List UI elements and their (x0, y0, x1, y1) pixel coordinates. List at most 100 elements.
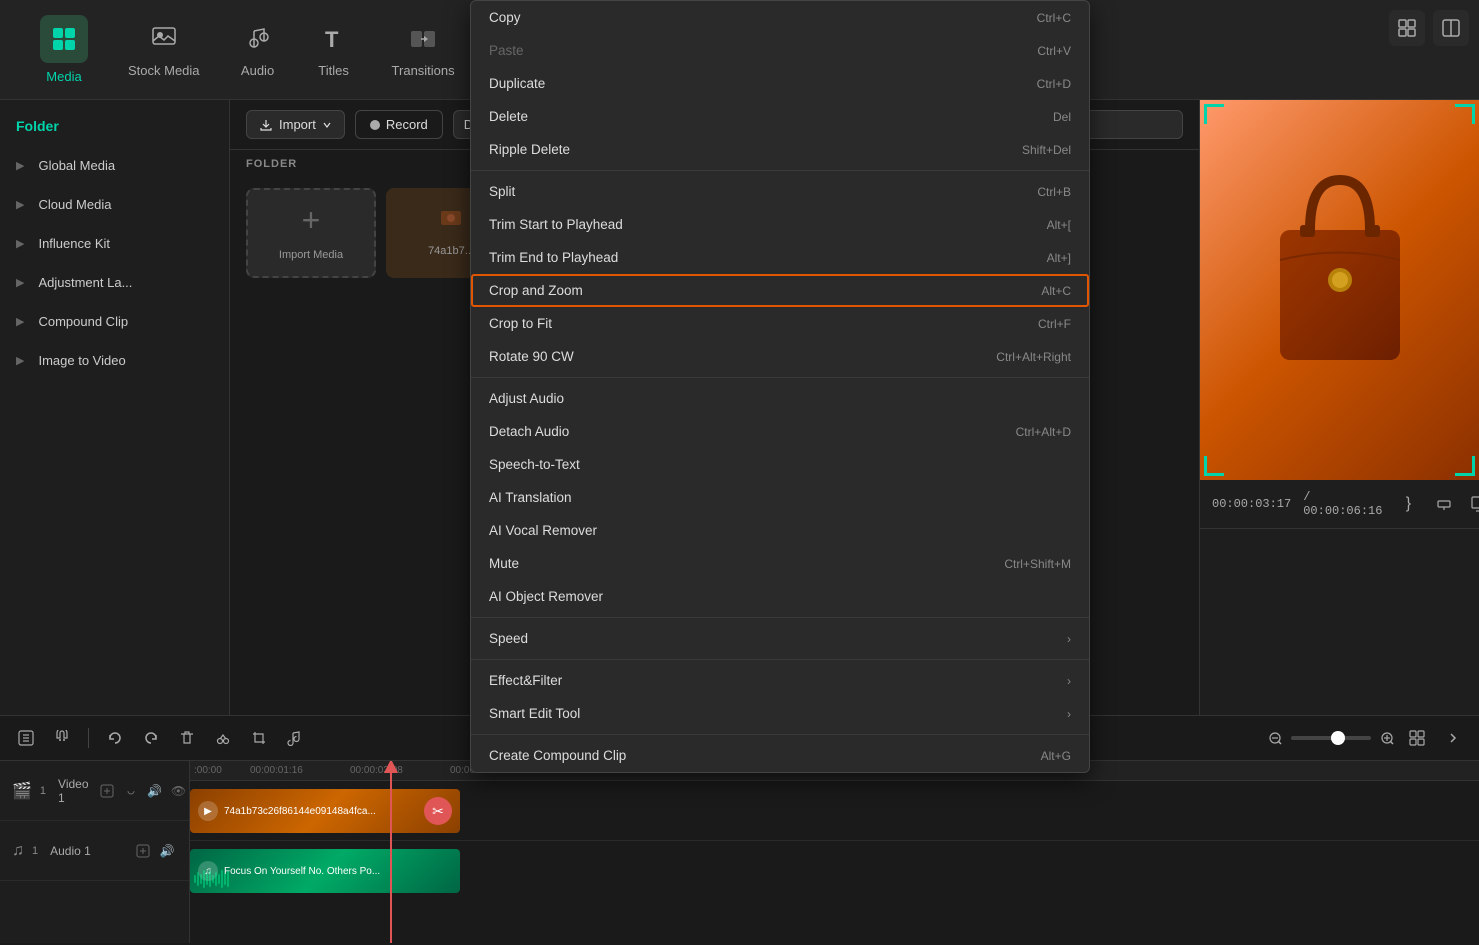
menu-delete-label: Delete (489, 109, 528, 124)
play-icon: ▶ (198, 801, 218, 821)
import-button[interactable]: Import (246, 110, 345, 139)
sidebar-item-influence-kit[interactable]: ▶ Influence Kit (0, 224, 229, 263)
timeline-tracks: :00:00 00:00:01:16 00:00:03:08 00:00:0 ▶… (190, 761, 1479, 943)
menu-speed-arrow: › (1067, 632, 1071, 646)
menu-create-compound-shortcut: Alt+G (1041, 749, 1071, 763)
menu-ai-object-label: AI Object Remover (489, 589, 603, 604)
menu-smart-edit-arrow: › (1067, 707, 1071, 721)
audio-clip[interactable]: ♫ Focus On Yourself No. Others Po... (190, 849, 460, 893)
nav-titles[interactable]: T Titles (296, 11, 372, 88)
waveform (190, 869, 460, 889)
menu-adjust-audio[interactable]: Adjust Audio (471, 382, 1089, 415)
arrow-icon: ▶ (16, 354, 24, 367)
zoom-handle[interactable] (1331, 731, 1345, 745)
menu-mute-label: Mute (489, 556, 519, 571)
zoom-slider[interactable] (1291, 736, 1371, 740)
redo-button[interactable] (137, 724, 165, 752)
menu-create-compound-label: Create Compound Clip (489, 748, 626, 763)
scissors-action-button[interactable]: ✂ (424, 797, 452, 825)
menu-trim-start[interactable]: Trim Start to Playhead Alt+[ (471, 208, 1089, 241)
bracket-icon[interactable]: } (1394, 490, 1422, 518)
nav-transitions[interactable]: Transitions (372, 11, 475, 88)
transitions-icon (405, 21, 441, 57)
menu-effect-filter[interactable]: Effect&Filter › (471, 664, 1089, 697)
menu-ai-vocal[interactable]: AI Vocal Remover (471, 514, 1089, 547)
track-eye-icon[interactable]: 👁 (169, 781, 189, 801)
menu-duplicate[interactable]: Duplicate Ctrl+D (471, 67, 1089, 100)
audio-track-add-icon[interactable] (133, 841, 153, 861)
sidebar-item-image-to-video[interactable]: ▶ Image to Video (0, 341, 229, 380)
menu-ripple-delete-shortcut: Shift+Del (1022, 143, 1071, 157)
menu-mute[interactable]: Mute Ctrl+Shift+M (471, 547, 1089, 580)
add-track-button[interactable] (12, 724, 40, 752)
track-icons: 🔊 👁 (97, 781, 189, 801)
sidebar-item-global-media[interactable]: ▶ Global Media (0, 146, 229, 185)
crop-button[interactable] (245, 724, 273, 752)
sidebar-item-label: Adjustment La... (38, 275, 132, 290)
timeline-grid-icon[interactable] (1403, 724, 1431, 752)
audio-clip-button[interactable] (281, 724, 309, 752)
nav-audio[interactable]: Audio (220, 11, 296, 88)
grid-view-icon[interactable] (1389, 10, 1425, 46)
menu-rotate-label: Rotate 90 CW (489, 349, 574, 364)
magnet-button[interactable] (48, 724, 76, 752)
sidebar-item-adjustment-layer[interactable]: ▶ Adjustment La... (0, 263, 229, 302)
menu-delete[interactable]: Delete Del (471, 100, 1089, 133)
audio-track: ♫ Focus On Yourself No. Others Po... (190, 841, 1479, 901)
menu-speed[interactable]: Speed › (471, 622, 1089, 655)
undo-button[interactable] (101, 724, 129, 752)
menu-crop-fit[interactable]: Crop to Fit Ctrl+F (471, 307, 1089, 340)
menu-divider-4 (471, 659, 1089, 660)
menu-crop-fit-label: Crop to Fit (489, 316, 552, 331)
menu-paste[interactable]: Paste Ctrl+V (471, 34, 1089, 67)
nav-stock-media[interactable]: Stock Media (108, 11, 220, 88)
add-media-card[interactable]: + Import Media (246, 188, 376, 278)
align-icon[interactable] (1430, 490, 1458, 518)
arrow-icon: ▶ (16, 198, 24, 211)
menu-ripple-delete[interactable]: Ripple Delete Shift+Del (471, 133, 1089, 166)
menu-split-shortcut: Ctrl+B (1037, 185, 1071, 199)
track-volume-icon[interactable]: 🔊 (145, 781, 165, 801)
sidebar-item-compound-clip[interactable]: ▶ Compound Clip (0, 302, 229, 341)
sidebar-item-label: Global Media (38, 158, 115, 173)
menu-copy[interactable]: Copy Ctrl+C (471, 1, 1089, 34)
menu-trim-end[interactable]: Trim End to Playhead Alt+] (471, 241, 1089, 274)
scissors-button[interactable] (209, 724, 237, 752)
menu-split[interactable]: Split Ctrl+B (471, 175, 1089, 208)
sidebar-item-cloud-media[interactable]: ▶ Cloud Media (0, 185, 229, 224)
audio-track-volume-icon[interactable]: 🔊 (157, 841, 177, 861)
svg-text:T: T (325, 27, 339, 52)
menu-ai-object[interactable]: AI Object Remover (471, 580, 1089, 613)
sidebar-item-label: Compound Clip (38, 314, 128, 329)
add-plus-icon: + (302, 202, 321, 239)
profile-icon[interactable] (1433, 10, 1469, 46)
timeline-arrow-icon[interactable] (1439, 724, 1467, 752)
menu-trim-end-label: Trim End to Playhead (489, 250, 618, 265)
media-icon (46, 21, 82, 57)
menu-detach-audio[interactable]: Detach Audio Ctrl+Alt+D (471, 415, 1089, 448)
import-label: Import (279, 117, 316, 132)
arrow-icon: ▶ (16, 159, 24, 172)
menu-crop-zoom[interactable]: Crop and Zoom Alt+C (471, 274, 1089, 307)
track-link-icon[interactable] (121, 781, 141, 801)
audio-track-icons: 🔊 (133, 841, 177, 861)
menu-smart-edit[interactable]: Smart Edit Tool › (471, 697, 1089, 730)
menu-divider-2 (471, 377, 1089, 378)
record-dot (370, 120, 380, 130)
delete-button[interactable] (173, 724, 201, 752)
menu-create-compound-clip[interactable]: Create Compound Clip Alt+G (471, 739, 1089, 772)
menu-ai-translation[interactable]: AI Translation (471, 481, 1089, 514)
playhead[interactable] (390, 761, 392, 943)
menu-rotate-shortcut: Ctrl+Alt+Right (996, 350, 1071, 364)
track-add-icon[interactable] (97, 781, 117, 801)
menu-speech-text[interactable]: Speech-to-Text (471, 448, 1089, 481)
menu-copy-shortcut: Ctrl+C (1037, 11, 1071, 25)
add-media-label: Import Media (275, 245, 347, 265)
nav-media[interactable]: Media (20, 5, 108, 94)
menu-rotate[interactable]: Rotate 90 CW Ctrl+Alt+Right (471, 340, 1089, 373)
arrow-icon: ▶ (16, 276, 24, 289)
video-clip[interactable]: ▶ 74a1b73c26f86144e09148a4fca... ✂ (190, 789, 460, 833)
monitor-icon[interactable] (1466, 490, 1479, 518)
video-track-label: 🎬 1 Video 1 (0, 761, 189, 821)
record-button[interactable]: Record (355, 110, 443, 139)
